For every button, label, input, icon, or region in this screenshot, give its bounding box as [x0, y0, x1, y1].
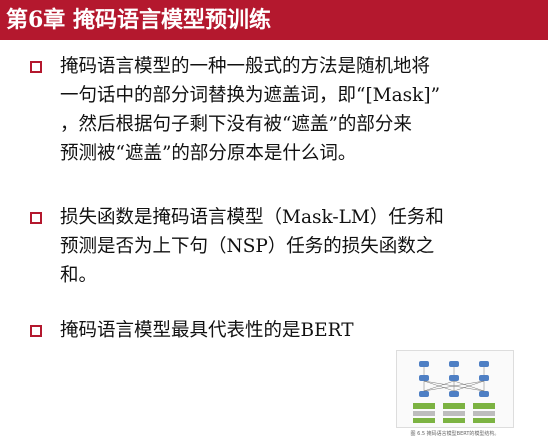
transformer-node — [419, 375, 429, 381]
transformer-node — [479, 391, 489, 397]
checkbox-bullet-icon — [30, 325, 42, 337]
transformer-node — [449, 391, 459, 397]
embedding-box — [473, 403, 495, 409]
output-node — [479, 361, 489, 367]
embedding-box — [443, 411, 465, 416]
embedding-box — [413, 403, 435, 409]
transformer-node — [449, 375, 459, 381]
transformer-node — [419, 391, 429, 397]
embedding-box — [413, 418, 435, 423]
embedding-box — [413, 411, 435, 416]
figure-caption: 图 6.5 掩码语言模型BERT的模型结构。 — [410, 431, 500, 437]
bert-model-figure — [396, 350, 514, 428]
embedding-box — [473, 418, 495, 423]
bullet-text-1: 掩码语言模型的一种一般式的方法是随机地将 一句话中的部分词替换为遮盖词，即“[M… — [60, 56, 441, 164]
transformer-node — [479, 375, 489, 381]
output-node — [449, 361, 459, 367]
slide-title: 第6章 掩码语言模型预训练 — [0, 0, 548, 40]
embedding-box — [473, 411, 495, 416]
checkbox-bullet-icon — [30, 212, 42, 224]
embedding-box — [443, 418, 465, 423]
bullet-text-3: 掩码语言模型最具代表性的是BERT — [60, 320, 354, 341]
bert-diagram-image — [413, 361, 495, 423]
embedding-box — [443, 403, 465, 409]
checkbox-bullet-icon — [30, 61, 42, 73]
output-node — [419, 361, 429, 367]
bullet-text-2: 损失函数是掩码语言模型（Mask-LM）任务和 预测是否为上下句（NSP）任务的… — [60, 207, 444, 286]
